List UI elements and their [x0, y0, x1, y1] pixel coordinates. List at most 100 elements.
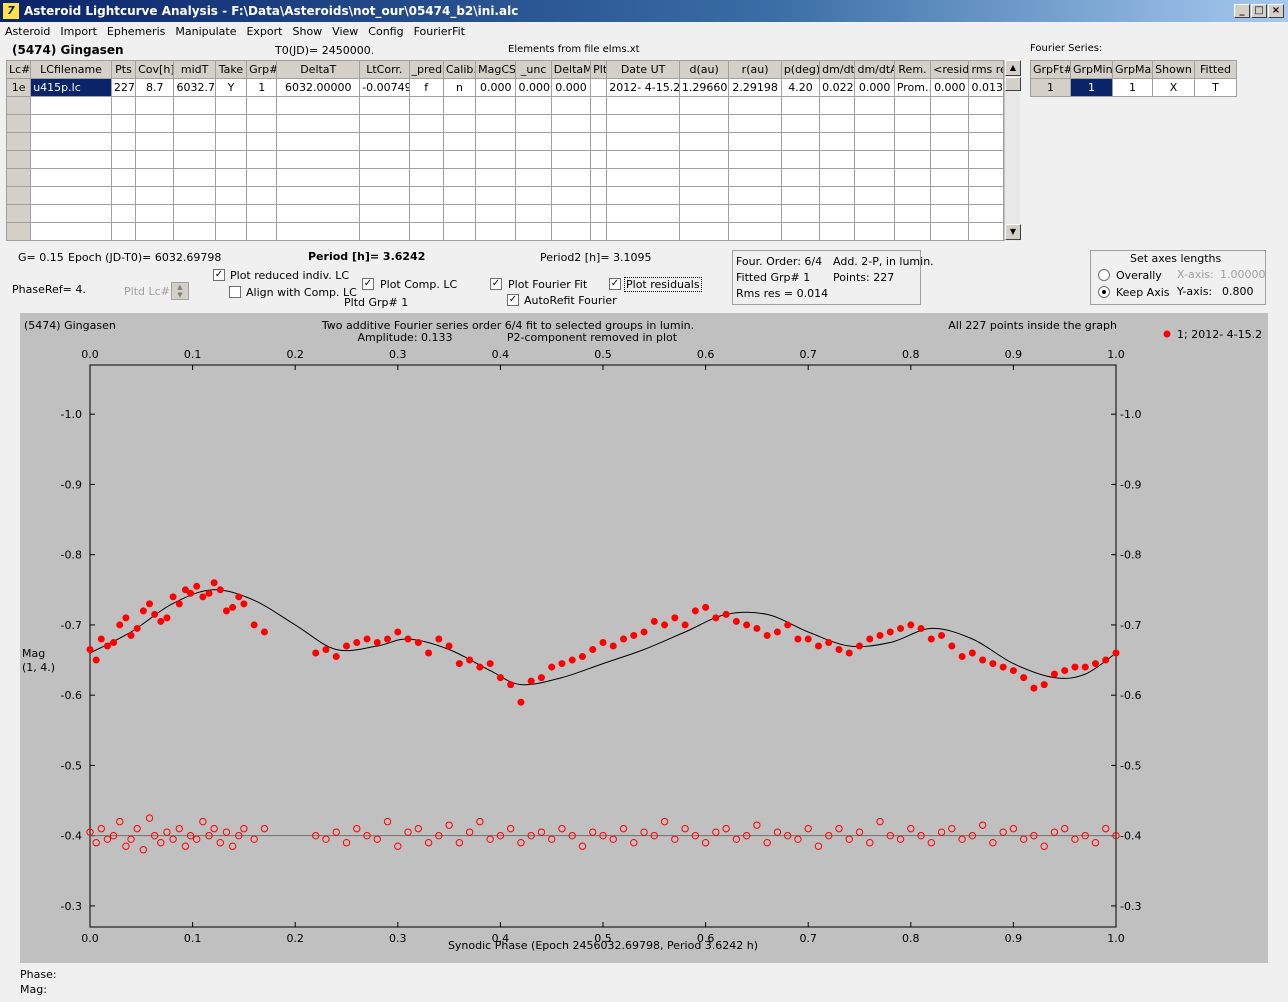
empty-cell[interactable]: [135, 186, 175, 205]
minimize-button[interactable]: _: [1234, 4, 1250, 18]
empty-cell[interactable]: [5, 222, 32, 241]
empty-cell[interactable]: [110, 96, 137, 115]
empty-cell[interactable]: [214, 150, 248, 169]
lc-cell[interactable]: 1e: [5, 78, 32, 97]
empty-cell[interactable]: [780, 168, 821, 187]
empty-cell[interactable]: [515, 204, 552, 223]
lc-cell[interactable]: 0.013: [968, 78, 1004, 97]
empty-cell[interactable]: [854, 204, 895, 223]
empty-cell[interactable]: [515, 168, 552, 187]
empty-cell[interactable]: [590, 186, 608, 205]
empty-cell[interactable]: [246, 222, 278, 241]
empty-cell[interactable]: [780, 114, 821, 133]
empty-cell[interactable]: [214, 96, 248, 115]
menu-fourierfit[interactable]: FourierFit: [409, 22, 470, 38]
empty-cell[interactable]: [246, 186, 278, 205]
xaxis-input[interactable]: 1.00000: [1220, 268, 1266, 281]
empty-cell[interactable]: [590, 114, 608, 133]
empty-table-row[interactable]: [5, 132, 1004, 151]
empty-cell[interactable]: [173, 114, 216, 133]
empty-cell[interactable]: [30, 168, 112, 187]
empty-cell[interactable]: [728, 96, 782, 115]
empty-cell[interactable]: [728, 132, 782, 151]
empty-cell[interactable]: [515, 222, 552, 241]
empty-cell[interactable]: [515, 132, 552, 151]
empty-cell[interactable]: [442, 132, 477, 151]
empty-cell[interactable]: [606, 132, 680, 151]
empty-cell[interactable]: [854, 132, 895, 151]
lc-cell[interactable]: 0.000: [550, 78, 592, 97]
empty-cell[interactable]: [678, 150, 730, 169]
empty-cell[interactable]: [893, 96, 932, 115]
empty-cell[interactable]: [893, 168, 932, 187]
autorefit-checkbox[interactable]: ✓: [507, 294, 519, 306]
empty-cell[interactable]: [408, 186, 444, 205]
lc-cell[interactable]: 6032.7: [173, 78, 216, 97]
empty-cell[interactable]: [359, 222, 410, 241]
empty-cell[interactable]: [968, 96, 1004, 115]
empty-cell[interactable]: [5, 204, 32, 223]
menu-config[interactable]: Config: [363, 22, 408, 38]
empty-cell[interactable]: [606, 186, 680, 205]
empty-table-row[interactable]: [5, 168, 1004, 187]
empty-cell[interactable]: [30, 132, 112, 151]
empty-cell[interactable]: [214, 186, 248, 205]
empty-cell[interactable]: [173, 222, 216, 241]
empty-cell[interactable]: [30, 114, 112, 133]
empty-cell[interactable]: [678, 204, 730, 223]
empty-cell[interactable]: [246, 132, 278, 151]
empty-cell[interactable]: [854, 96, 895, 115]
empty-cell[interactable]: [780, 150, 821, 169]
overally-radio[interactable]: [1098, 269, 1110, 281]
empty-cell[interactable]: [246, 150, 278, 169]
lc-cell[interactable]: 0.000: [475, 78, 517, 97]
empty-cell[interactable]: [5, 150, 32, 169]
empty-cell[interactable]: [678, 186, 730, 205]
empty-cell[interactable]: [30, 150, 112, 169]
menu-import[interactable]: Import: [55, 22, 102, 38]
empty-table-row[interactable]: [5, 186, 1004, 205]
empty-cell[interactable]: [819, 222, 856, 241]
lc-cell[interactable]: 0.000: [854, 78, 895, 97]
empty-table-row[interactable]: [5, 222, 1004, 241]
empty-cell[interactable]: [30, 186, 112, 205]
empty-cell[interactable]: [550, 114, 592, 133]
empty-cell[interactable]: [214, 168, 248, 187]
empty-cell[interactable]: [780, 222, 821, 241]
empty-cell[interactable]: [408, 96, 444, 115]
empty-cell[interactable]: [606, 114, 680, 133]
empty-cell[interactable]: [359, 186, 410, 205]
empty-cell[interactable]: [408, 222, 444, 241]
empty-cell[interactable]: [606, 204, 680, 223]
lc-cell[interactable]: 1.29660: [678, 78, 730, 97]
empty-cell[interactable]: [214, 132, 248, 151]
empty-cell[interactable]: [606, 222, 680, 241]
fourier-cell-fitted[interactable]: T: [1194, 78, 1237, 97]
empty-cell[interactable]: [968, 204, 1004, 223]
empty-cell[interactable]: [550, 96, 592, 115]
empty-cell[interactable]: [442, 114, 477, 133]
plot-fourier-checkbox[interactable]: ✓: [490, 278, 502, 290]
empty-cell[interactable]: [135, 114, 175, 133]
fourier-cell-grpft[interactable]: 1: [1030, 78, 1071, 97]
empty-cell[interactable]: [135, 222, 175, 241]
plot-reduced-checkbox[interactable]: ✓: [213, 269, 225, 281]
empty-cell[interactable]: [728, 150, 782, 169]
empty-cell[interactable]: [968, 222, 1004, 241]
empty-cell[interactable]: [135, 168, 175, 187]
empty-cell[interactable]: [854, 114, 895, 133]
empty-table-row[interactable]: [5, 114, 1004, 133]
empty-cell[interactable]: [475, 132, 517, 151]
empty-cell[interactable]: [930, 204, 970, 223]
empty-cell[interactable]: [276, 168, 361, 187]
empty-cell[interactable]: [442, 150, 477, 169]
empty-cell[interactable]: [590, 132, 608, 151]
empty-cell[interactable]: [819, 114, 856, 133]
empty-cell[interactable]: [550, 222, 592, 241]
empty-cell[interactable]: [5, 168, 32, 187]
empty-cell[interactable]: [854, 168, 895, 187]
empty-cell[interactable]: [442, 204, 477, 223]
empty-cell[interactable]: [930, 186, 970, 205]
lc-cell[interactable]: 2012- 4-15.2: [606, 78, 680, 97]
empty-cell[interactable]: [475, 150, 517, 169]
